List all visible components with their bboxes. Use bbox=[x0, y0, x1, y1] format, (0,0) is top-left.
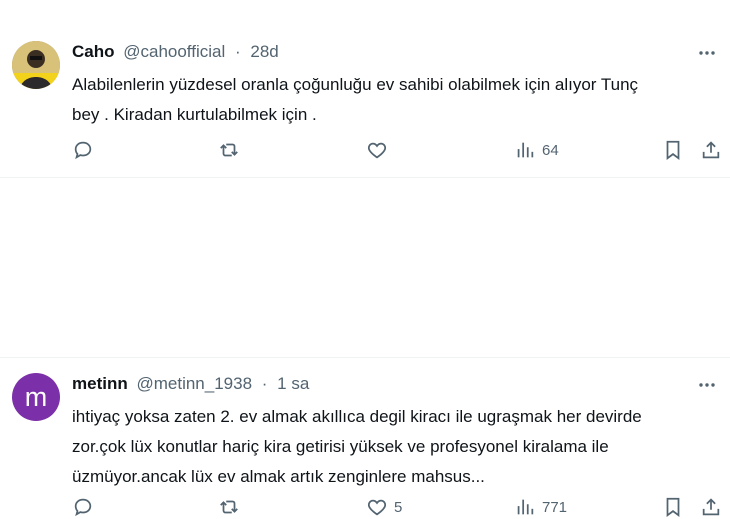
share-button[interactable] bbox=[700, 138, 722, 162]
more-icon[interactable] bbox=[696, 42, 718, 64]
avatar-photo bbox=[12, 41, 60, 89]
like-icon bbox=[367, 499, 387, 516]
more-icon[interactable] bbox=[696, 374, 718, 396]
reply-icon bbox=[74, 141, 92, 160]
bookmark-button[interactable] bbox=[662, 138, 684, 162]
views-icon bbox=[517, 499, 534, 515]
display-name[interactable]: metinn bbox=[72, 374, 128, 393]
like-button[interactable]: 5 bbox=[366, 495, 402, 519]
retweet-icon bbox=[220, 143, 238, 157]
tweet-text: Alabilenlerin yüzdesel oranla çoğunluğu … bbox=[72, 70, 712, 130]
tweet-text: ihtiyaç yoksa zaten 2. ev almak akıllıca… bbox=[72, 402, 712, 492]
separator: · bbox=[261, 374, 268, 393]
action-bar: 64 bbox=[72, 138, 720, 162]
view-count: 771 bbox=[542, 498, 568, 516]
timeline: Caho @cahoofficial · 28d Alabilenlerin y… bbox=[0, 0, 730, 517]
like-button[interactable] bbox=[366, 138, 394, 162]
bookmark-icon bbox=[666, 140, 680, 160]
retweet-icon bbox=[220, 500, 238, 514]
tweet-text-line: ihtiyaç yoksa zaten 2. ev almak akıllıca… bbox=[72, 407, 642, 426]
user-handle[interactable]: @cahoofficial bbox=[123, 42, 225, 61]
views-button[interactable]: 771 bbox=[514, 495, 567, 519]
tweet-header: metinn @metinn_1938 · 1 sa bbox=[72, 374, 309, 394]
timestamp[interactable]: 1 sa bbox=[277, 374, 309, 393]
tweet[interactable]: m metinn @metinn_1938 · 1 sa ihtiyaç yok… bbox=[0, 178, 730, 517]
views-icon bbox=[517, 142, 534, 158]
action-bar: 5 771 bbox=[72, 495, 720, 519]
retweet-button[interactable] bbox=[218, 138, 240, 162]
reply-button[interactable] bbox=[72, 138, 94, 162]
avatar-letter: m bbox=[12, 373, 60, 421]
view-count: 64 bbox=[542, 141, 559, 159]
like-count: 5 bbox=[394, 498, 403, 516]
share-icon bbox=[702, 498, 720, 516]
tweet-header: Caho @cahoofficial · 28d bbox=[72, 42, 279, 62]
share-button[interactable] bbox=[700, 495, 722, 519]
reply-button[interactable] bbox=[72, 495, 94, 519]
avatar[interactable] bbox=[12, 41, 60, 89]
tweet[interactable]: Caho @cahoofficial · 28d Alabilenlerin y… bbox=[0, 0, 730, 178]
retweet-button[interactable] bbox=[218, 495, 240, 519]
user-handle[interactable]: @metinn_1938 bbox=[136, 374, 252, 393]
share-icon bbox=[702, 141, 720, 159]
bookmark-icon bbox=[666, 497, 680, 517]
reply-icon bbox=[74, 498, 92, 517]
tweet-text-line: üzmüyor.ancak lüx ev almak artık zenginl… bbox=[72, 467, 485, 486]
avatar[interactable]: m bbox=[12, 373, 60, 421]
views-button[interactable]: 64 bbox=[514, 138, 559, 162]
display-name[interactable]: Caho bbox=[72, 42, 115, 61]
bookmark-button[interactable] bbox=[662, 495, 684, 519]
tweet-text-line: Alabilenlerin yüzdesel oranla çoğunluğu … bbox=[72, 75, 639, 94]
timestamp[interactable]: 28d bbox=[250, 42, 278, 61]
tweet-text-line: zor.çok lüx konutlar hariç kira getirisi… bbox=[72, 437, 609, 456]
like-icon bbox=[367, 142, 387, 159]
tweet-text-line: bey . Kiradan kurtulabilmek için . bbox=[72, 105, 317, 124]
separator: · bbox=[234, 42, 241, 61]
